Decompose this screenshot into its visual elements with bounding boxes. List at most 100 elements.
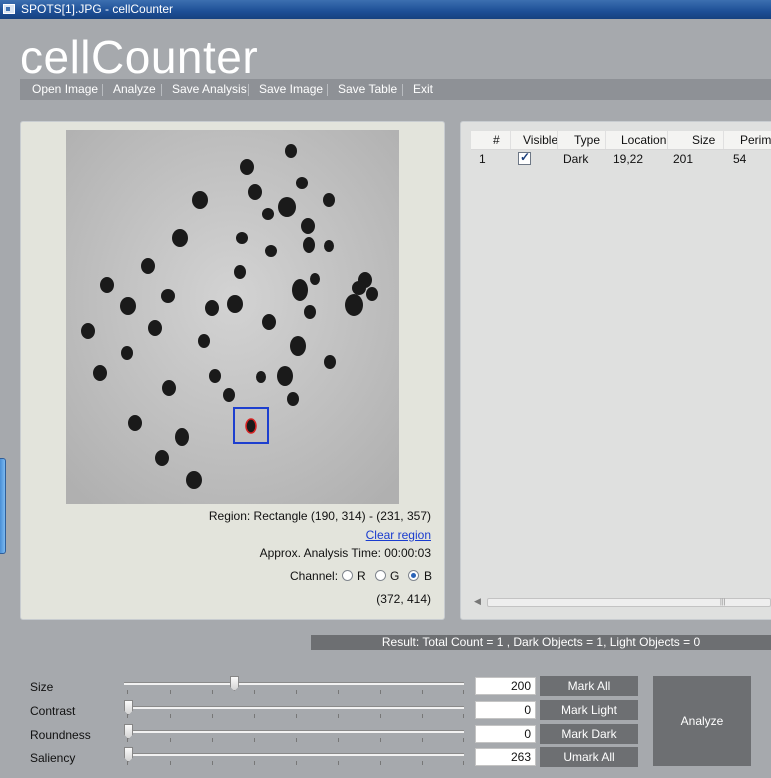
slider-tick xyxy=(380,738,381,742)
slider-tick xyxy=(463,690,464,694)
column-separator xyxy=(557,131,558,149)
size-value-field[interactable]: 200 xyxy=(475,677,536,695)
app-title: cellCounter xyxy=(20,31,259,83)
slider-tick xyxy=(170,690,171,694)
slider-tick xyxy=(127,761,128,765)
slider-tick xyxy=(380,714,381,718)
scrollbar-thumb[interactable]: ||| xyxy=(487,598,771,607)
saliency-label: Saliency xyxy=(30,751,76,765)
slider-tick xyxy=(463,738,464,742)
column-header-location[interactable]: Location xyxy=(621,131,666,149)
slider-tick xyxy=(422,738,423,742)
slider-tick xyxy=(127,714,128,718)
slider-tick xyxy=(212,690,213,694)
slider-tick xyxy=(296,714,297,718)
slider-tick xyxy=(338,714,339,718)
contrast-slider-thumb[interactable] xyxy=(124,700,133,715)
mark-all-button[interactable]: Mark All xyxy=(540,676,638,696)
menu-separator xyxy=(248,84,249,96)
slider-tick xyxy=(170,714,171,718)
slider-tick xyxy=(212,738,213,742)
slider-tick xyxy=(463,714,464,718)
slider-tick xyxy=(463,761,464,765)
menu-save-image[interactable]: Save Image xyxy=(259,79,323,100)
size-slider-track[interactable] xyxy=(124,682,464,685)
roundness-slider-thumb[interactable] xyxy=(124,724,133,739)
scroll-left-arrow-icon[interactable]: ◀ xyxy=(474,596,481,607)
visible-checkbox[interactable] xyxy=(518,150,531,165)
slider-tick xyxy=(422,690,423,694)
results-table-panel xyxy=(460,121,771,620)
slider-tick xyxy=(170,761,171,765)
slider-tick xyxy=(170,738,171,742)
roundness-label: Roundness xyxy=(30,728,91,742)
side-dock-tab[interactable] xyxy=(0,458,6,554)
app-window-icon[interactable] xyxy=(3,4,15,14)
slider-tick xyxy=(338,761,339,765)
cell-location: 19,22 xyxy=(613,152,644,166)
contrast-slider-track[interactable] xyxy=(124,706,464,709)
channel-b-label: B xyxy=(424,569,433,583)
menu-save-analysis[interactable]: Save Analysis xyxy=(172,79,247,100)
column-separator xyxy=(605,131,606,149)
region-text: Region: Rectangle (190, 314) - (231, 357… xyxy=(208,509,431,523)
slider-tick xyxy=(254,738,255,742)
channel-b-radio[interactable] xyxy=(408,570,419,581)
channel-label: Channel: xyxy=(290,569,339,583)
unmark-all-button[interactable]: Umark All xyxy=(540,747,638,767)
column-separator xyxy=(723,131,724,149)
slider-tick xyxy=(127,738,128,742)
column-header-visible[interactable]: Visible xyxy=(523,131,558,149)
menu-exit[interactable]: Exit xyxy=(413,79,433,100)
roundness-slider-track[interactable] xyxy=(124,730,464,733)
size-label: Size xyxy=(30,680,54,694)
slider-tick xyxy=(296,690,297,694)
channel-r-label: R xyxy=(357,569,366,583)
analyze-button[interactable]: Analyze xyxy=(653,676,751,766)
slider-tick xyxy=(380,690,381,694)
slider-tick xyxy=(380,761,381,765)
menu-bar: Open Image Analyze Save Analysis Save Im… xyxy=(20,79,771,100)
window-title: SPOTS[1].JPG - cellCounter xyxy=(21,2,174,16)
mark-dark-button[interactable]: Mark Dark xyxy=(540,724,638,744)
slider-tick xyxy=(338,690,339,694)
saliency-slider-track[interactable] xyxy=(124,753,464,756)
channel-g-label: G xyxy=(390,569,400,583)
roundness-value-field[interactable]: 0 xyxy=(475,725,536,743)
menu-analyze[interactable]: Analyze xyxy=(113,79,156,100)
column-separator xyxy=(510,131,511,149)
column-header-num[interactable]: # xyxy=(493,131,500,149)
slider-tick xyxy=(127,690,128,694)
slider-tick xyxy=(338,738,339,742)
channel-r-radio[interactable] xyxy=(342,570,353,581)
cell-perimeter: 54 xyxy=(733,152,747,166)
cell-image-view[interactable] xyxy=(66,130,399,504)
column-separator xyxy=(667,131,668,149)
window-titlebar: SPOTS[1].JPG - cellCounter xyxy=(0,0,771,19)
saliency-slider-thumb[interactable] xyxy=(124,747,133,762)
image-background xyxy=(66,130,399,504)
cell-size: 201 xyxy=(673,152,694,166)
column-header-type[interactable]: Type xyxy=(574,131,600,149)
column-header-perimeter[interactable]: Perime xyxy=(740,131,771,149)
slider-tick xyxy=(254,761,255,765)
slider-tick xyxy=(212,714,213,718)
column-header-size[interactable]: Size xyxy=(692,131,715,149)
cell-type: Dark xyxy=(563,152,589,166)
mark-light-button[interactable]: Mark Light xyxy=(540,700,638,720)
size-slider-thumb[interactable] xyxy=(229,676,239,691)
channel-g-radio[interactable] xyxy=(375,570,386,581)
menu-separator xyxy=(161,84,162,96)
cursor-coordinates: (372, 414) xyxy=(376,592,431,606)
cell-num: 1 xyxy=(479,152,486,166)
slider-tick xyxy=(422,714,423,718)
saliency-value-field[interactable]: 263 xyxy=(475,748,536,766)
contrast-value-field[interactable]: 0 xyxy=(475,701,536,719)
table-horizontal-scrollbar[interactable]: ◀ ||| xyxy=(472,595,771,609)
menu-open-image[interactable]: Open Image xyxy=(32,79,98,100)
slider-tick xyxy=(212,761,213,765)
marked-spot[interactable] xyxy=(245,418,257,434)
result-bar: Result: Total Count = 1 , Dark Objects =… xyxy=(311,635,771,650)
clear-region-link[interactable]: Clear region xyxy=(366,528,431,542)
menu-save-table[interactable]: Save Table xyxy=(338,79,397,100)
